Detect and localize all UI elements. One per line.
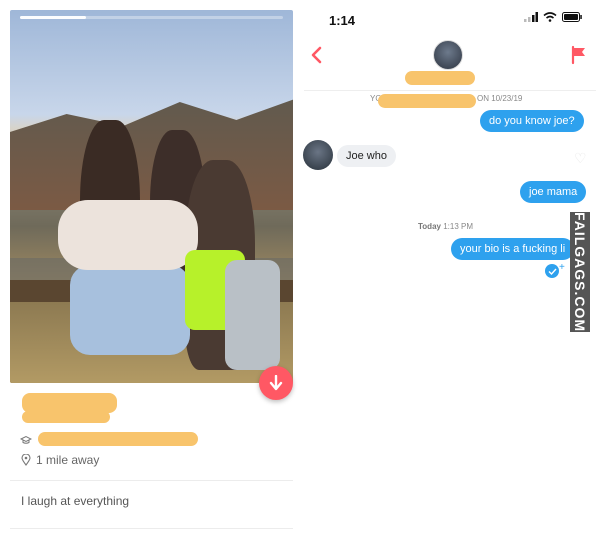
arrow-down-icon	[269, 375, 283, 391]
status-time: 1:14	[329, 13, 356, 28]
match-avatar[interactable]	[433, 40, 463, 70]
photo-silver-pants	[225, 260, 280, 370]
status-icons	[524, 12, 582, 22]
location-pin-icon	[21, 454, 31, 466]
distance-text: 1 mile away	[36, 453, 100, 467]
profile-photo[interactable]	[10, 10, 293, 383]
redacted-match-name	[405, 71, 475, 85]
message-bubble-outgoing[interactable]: do you know joe?	[480, 110, 584, 132]
sender-avatar[interactable]	[303, 140, 333, 170]
redacted-match-text	[378, 94, 476, 108]
profile-card: 1 mile away I laugh at everything	[10, 10, 293, 530]
checkmark-icon	[548, 268, 557, 275]
profile-bio: I laugh at everything	[21, 494, 130, 508]
graduation-cap-icon	[20, 435, 32, 444]
chat-screen: 1:14 YO ON 10/23/19 do you know joe? Joe…	[300, 0, 600, 535]
message-timestamp: Today 1:13 PM	[418, 222, 473, 231]
report-button[interactable]	[568, 44, 590, 66]
match-date: ON 10/23/19	[477, 94, 523, 103]
timestamp-day: Today	[418, 222, 441, 231]
timestamp-time: 1:13 PM	[443, 222, 473, 231]
plus-icon: +	[559, 262, 565, 273]
collapse-profile-button[interactable]	[259, 366, 293, 400]
back-button[interactable]	[306, 44, 328, 66]
watermark: FAILGAGS.COM	[570, 212, 590, 332]
wifi-icon	[543, 12, 557, 22]
distance-row: 1 mile away	[21, 453, 99, 467]
header-divider	[304, 90, 596, 91]
redacted-name	[22, 393, 117, 413]
chevron-left-icon	[311, 46, 322, 64]
message-bubble-outgoing[interactable]: your bio is a fucking li	[451, 238, 575, 260]
photo-progress-fill	[20, 16, 86, 19]
like-heart-icon[interactable]: ♡	[574, 150, 587, 167]
school-row	[20, 432, 32, 448]
signal-icon	[524, 12, 538, 22]
divider	[10, 480, 293, 481]
message-bubble-outgoing[interactable]: joe mama	[520, 181, 587, 203]
photo-coat	[58, 200, 198, 270]
redacted-school	[38, 432, 198, 446]
watermark-text: FAILGAGS.COM	[572, 211, 588, 333]
flag-icon	[571, 45, 585, 65]
message-bubble-incoming[interactable]: Joe who	[337, 145, 396, 167]
photo-progress-bar	[20, 16, 283, 19]
redacted-age	[22, 411, 110, 423]
read-receipt-icon	[545, 264, 559, 278]
photo-jeans	[70, 265, 190, 355]
divider	[10, 528, 293, 529]
battery-icon	[562, 12, 582, 22]
